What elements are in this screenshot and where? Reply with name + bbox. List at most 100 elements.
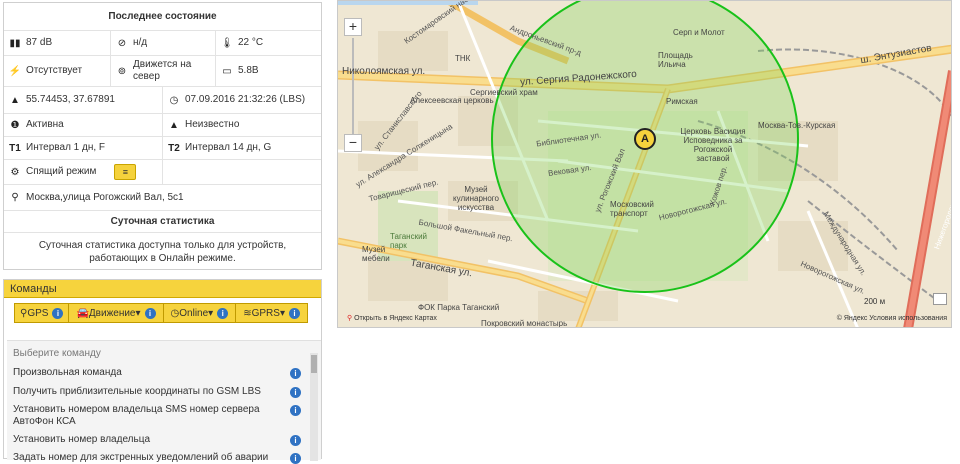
- info-icon[interactable]: i: [217, 307, 229, 319]
- status-row-2: ⚡ Отсутствует ⊚ Движется на север ▭ 5.8В: [4, 56, 321, 87]
- map-label: Таганский парк: [390, 232, 428, 250]
- battery-icon: ▭: [222, 65, 232, 77]
- gprs-command-button[interactable]: ≋ GPRS ▾ i: [235, 303, 308, 323]
- warning-icon: ▲: [169, 119, 179, 131]
- status-row-6: ⚙ Спящий режим ≡: [4, 160, 321, 185]
- gps-label: GPS: [27, 307, 49, 319]
- power-value: Отсутствует: [26, 65, 83, 76]
- mode-settings-button[interactable]: ≡: [114, 164, 137, 180]
- status-row-3: ▲ 55.74453, 37.67891 ◷ 07.09.2016 21:32:26…: [4, 87, 321, 114]
- pin-icon: ⚲: [347, 315, 353, 322]
- open-in-yandex-link[interactable]: ⚲ Открыть в Яндекс Картах: [347, 314, 437, 322]
- zoom-slider[interactable]: [352, 38, 354, 134]
- status-row-5: T1 Интервал 1 дн, F T2 Интервал 14 дн, G: [4, 137, 321, 160]
- movement-value: Движется на север: [133, 59, 192, 82]
- status-row-7: ⚲ Москва,улица Рогожский Вал, 5с1: [4, 185, 321, 211]
- online-label: Online: [179, 307, 209, 319]
- car-icon: 🚘: [76, 307, 89, 319]
- map-label: Площадь Ильича: [658, 51, 693, 69]
- status-panel: Последнее состояние ▮▮ 87 dB ⊘ н/д 🌡 22 °C …: [3, 2, 322, 270]
- info-icon: ❶: [10, 119, 20, 131]
- gps-command-button[interactable]: ⚲ GPS i: [14, 303, 70, 323]
- pin-icon: ⚲: [20, 307, 28, 319]
- map-view[interactable]: + − Костомаровский наб. ТНК Николоямская…: [337, 0, 952, 328]
- info-icon[interactable]: i: [290, 435, 301, 446]
- command-item[interactable]: Установить номер владельца: [13, 434, 301, 446]
- t1-tag: T1: [9, 142, 21, 154]
- gears-icon: ⚙: [10, 166, 20, 178]
- daily-stats-title: Суточная статистика: [4, 211, 321, 233]
- status-title: Последнее состояние: [4, 3, 321, 31]
- location-marker[interactable]: A: [634, 128, 656, 150]
- map-canvas: [338, 1, 951, 327]
- gprs-label: GPRS: [251, 307, 280, 319]
- t2-value: Интервал 14 дн, G: [185, 142, 272, 153]
- daily-stats-note: Суточная статистика доступна только для …: [38, 240, 287, 264]
- zoom-control: + −: [344, 18, 362, 152]
- left-panel: Последнее состояние ▮▮ 87 dB ⊘ н/д 🌡 22 °C …: [0, 0, 324, 464]
- command-item[interactable]: Установить номером владельца SMS номер с…: [13, 404, 301, 428]
- info-icon[interactable]: i: [52, 307, 64, 319]
- command-item[interactable]: Произвольная команда: [13, 367, 301, 379]
- wifi-icon: ≋: [243, 307, 252, 319]
- map-label: Московский транспорт: [610, 200, 654, 218]
- t1-value: Интервал 1 дн, F: [26, 142, 106, 153]
- sound-level: 87 dB: [26, 37, 53, 48]
- status-row-1: ▮▮ 87 dB ⊘ н/д 🌡 22 °C: [4, 31, 321, 56]
- command-select-placeholder: Выберите команду: [13, 348, 101, 359]
- map-label: Покровский монастырь: [481, 319, 568, 328]
- map-label: Серп и Молот: [673, 28, 725, 37]
- info-icon[interactable]: i: [288, 307, 300, 319]
- datetime-value: 07.09.2016 21:32:26 (LBS): [185, 94, 306, 105]
- map-label: ФОК Парка Таганский: [418, 303, 500, 312]
- zoom-in-button[interactable]: +: [344, 18, 362, 36]
- battery-value: 5.8В: [238, 65, 259, 76]
- commands-panel: Команды ⚲ GPS i 🚘 Движение ▾ i ◷ Online ▾ i ≋ GPR…: [3, 279, 322, 464]
- caret-down-icon: ▾: [135, 307, 141, 319]
- alarm-value: Неизвестно: [185, 119, 240, 130]
- movement-command-button[interactable]: 🚘 Движение ▾ i: [68, 303, 164, 323]
- temperature-value: 22 °C: [238, 37, 264, 48]
- clock-icon: ◷: [170, 307, 180, 319]
- plug-icon: ⚡: [8, 65, 22, 77]
- no-signal-icon: ⊘: [117, 37, 127, 49]
- mode-value: Спящий режим: [26, 166, 97, 177]
- command-button-group: ⚲ GPS i 🚘 Движение ▾ i ◷ Online ▾ i ≋ GPRS ▾ i: [14, 303, 308, 323]
- info-icon[interactable]: i: [290, 368, 301, 379]
- map-label: Музей кулинарного искусства: [453, 185, 499, 212]
- speedometer-icon: ⊚: [117, 65, 127, 77]
- info-icon[interactable]: i: [290, 405, 301, 416]
- ruler-icon[interactable]: [933, 293, 947, 305]
- map-label: Николоямская ул.: [342, 66, 426, 77]
- signal-value: н/д: [133, 37, 148, 48]
- command-list[interactable]: Выберите команду Произвольная команда i …: [7, 340, 321, 464]
- thermometer-icon: 🌡: [220, 37, 234, 49]
- coordinates-value: 55.74453, 37.67891: [26, 94, 115, 105]
- map-label: ТНК: [455, 54, 471, 63]
- command-item[interactable]: Задать номер для экстренных уведомлений …: [13, 452, 301, 464]
- map-copyright[interactable]: © Яндекс Условия использования: [837, 315, 947, 322]
- signal-bars-icon: ▮▮: [9, 37, 21, 49]
- caret-down-icon: ▾: [208, 307, 214, 319]
- map-icon: ▲: [10, 94, 20, 106]
- map-label: Алексеевская церковь: [410, 96, 494, 105]
- caret-down-icon: ▾: [279, 307, 285, 319]
- location-pin-icon: ⚲: [11, 192, 19, 203]
- address-value: Москва,улица Рогожский Вал, 5с1: [26, 191, 184, 203]
- t2-tag: T2: [168, 142, 180, 154]
- map-label: Римская: [666, 97, 698, 106]
- online-command-button[interactable]: ◷ Online ▾ i: [162, 303, 237, 323]
- map-label: Москва-Тов.-Курская: [758, 121, 836, 130]
- scrollbar-thumb[interactable]: [311, 355, 317, 373]
- commands-title: Команды: [4, 280, 321, 298]
- zoom-out-button[interactable]: −: [344, 134, 362, 152]
- info-icon[interactable]: i: [290, 387, 301, 398]
- status-row-4: ❶ Активна ▲ Неизвестно: [4, 114, 321, 137]
- clock-icon: ◷: [169, 94, 179, 106]
- command-list-scrollbar[interactable]: [310, 353, 318, 461]
- info-icon[interactable]: i: [144, 307, 156, 319]
- command-item[interactable]: Получить приблизительные координаты по G…: [13, 386, 301, 398]
- movement-label: Движение: [88, 307, 136, 319]
- map-label: Музей мебели: [362, 245, 390, 263]
- active-value: Активна: [26, 119, 64, 130]
